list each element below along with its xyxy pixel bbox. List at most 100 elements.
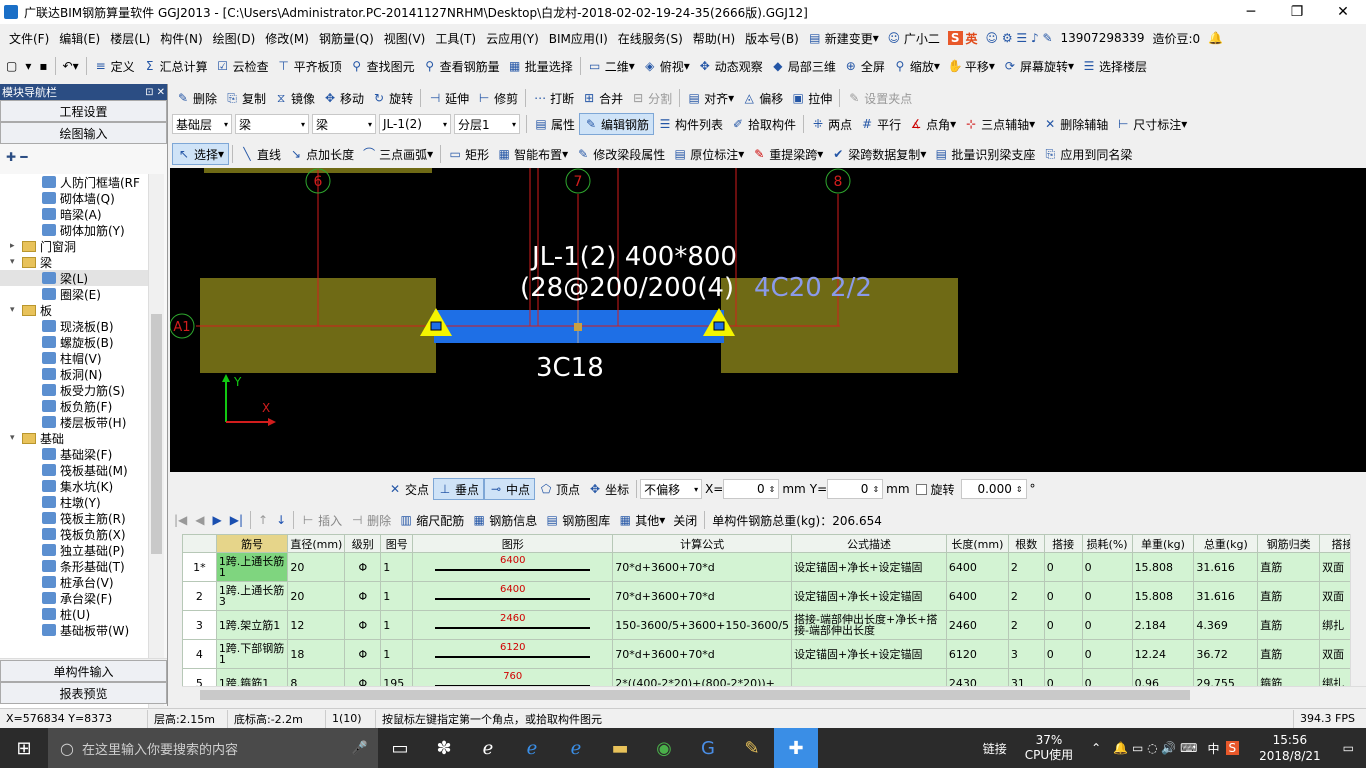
tree-item[interactable]: 桩(U) <box>0 606 150 622</box>
cell-dia[interactable]: 12 <box>287 610 346 640</box>
tree-folder[interactable]: ▾ 基础 <box>0 430 150 446</box>
apply-same-name-button[interactable]: ⎘ 应用到同名梁 <box>1039 143 1136 165</box>
open-icon[interactable]: ▾ <box>21 55 35 77</box>
cell-formula[interactable]: 70*d+3600+70*d <box>612 552 793 582</box>
cell-dia[interactable]: 20 <box>287 552 346 582</box>
tree-item[interactable]: 楼层板带(H) <box>0 414 150 430</box>
span-data-copy-button[interactable]: ✔ 梁跨数据复制 ▾ <box>827 143 930 165</box>
find-element-button[interactable]: ⚲ 查找图元 <box>346 55 419 77</box>
table-row[interactable]: 2 1跨.上通长筋3 20 Φ 1 6400 70*d+3600+70*d 设定锚固+净长+设… <box>182 581 1366 611</box>
dimension-button[interactable]: ⊢ 尺寸标注 ▾ <box>1112 113 1191 135</box>
point-length-button[interactable]: ↘ 点加长度 <box>285 143 358 165</box>
delete-axis-button[interactable]: ✕ 删除辅轴 <box>1039 113 1112 135</box>
cell-formula[interactable]: 70*d+3600+70*d <box>612 581 793 611</box>
tree-item[interactable]: 集水坑(K) <box>0 478 150 494</box>
tree-item[interactable]: 板负筋(F) <box>0 398 150 414</box>
sogou-tray-icon[interactable]: S <box>1225 741 1240 755</box>
column-header[interactable]: 筋号 <box>215 534 289 553</box>
local-3d-button[interactable]: ◆ 局部三维 <box>767 55 840 77</box>
glodon-app-icon[interactable]: G <box>686 728 730 768</box>
expand-collapse-icons[interactable]: ✚ ━ <box>0 144 167 170</box>
cell-total[interactable]: 31.616 <box>1193 581 1259 611</box>
two-points-button[interactable]: ⁜ 两点 <box>807 113 856 135</box>
define-button[interactable]: ≡ 定义 <box>90 55 139 77</box>
tree-item[interactable]: 圈梁(E) <box>0 286 150 302</box>
cell-lap[interactable]: 0 <box>1043 610 1083 640</box>
2d-dropdown[interactable]: ▭ 二维 ▾ <box>584 55 639 77</box>
cell-cls[interactable]: 直筋 <box>1257 581 1321 611</box>
table-row[interactable]: 5 1跨.箍筋1 8 Φ 195 760 2*((400-2*20)+(800-2*20))… <box>182 668 1366 686</box>
cell-fig[interactable]: 1 <box>380 610 414 640</box>
component-list-button[interactable]: ☰ 构件列表 <box>654 113 727 135</box>
properties-button[interactable]: ▤ 属性 <box>530 113 579 135</box>
orbit-button[interactable]: ✥ 动态观察 <box>694 55 767 77</box>
close-button[interactable]: ✕ <box>1320 0 1366 24</box>
tree-item[interactable]: 条形基础(T) <box>0 558 150 574</box>
tree-item[interactable]: 独立基础(P) <box>0 542 150 558</box>
rotate-input[interactable]: 0.000 ⇕ <box>960 479 1027 499</box>
menu-file[interactable]: 文件(F) <box>4 30 54 47</box>
view-rebar-button[interactable]: ⚲ 查看钢筋量 <box>419 55 504 77</box>
rebar-library-button[interactable]: ▤ 钢筋图库 <box>541 509 614 531</box>
file-explorer-icon[interactable]: ▬ <box>598 728 642 768</box>
subcategory-select[interactable]: 梁 ▾ <box>312 114 376 134</box>
cell-cls[interactable]: 直筋 <box>1257 639 1321 669</box>
y-input[interactable]: 0 ⇕ <box>827 479 884 499</box>
select-floor-button[interactable]: ☰ 选择楼层 <box>1078 55 1151 77</box>
move-up-button[interactable]: ↑ <box>254 509 272 531</box>
tree-item[interactable]: 螺旋板(B) <box>0 334 150 350</box>
tree-item[interactable]: 现浇板(B) <box>0 318 150 334</box>
notes-icon[interactable]: ✎ <box>730 728 774 768</box>
x-input[interactable]: 0 ⇕ <box>723 479 780 499</box>
cell-formula[interactable]: 150-3600/5+3600+150-3600/5 <box>612 610 793 640</box>
table-row[interactable]: 4 1跨.下部钢筋1 18 Φ 1 6120 70*d+3600+70*d 设定锚固+净长+设… <box>182 639 1366 669</box>
expand-arrow-icon[interactable]: ▾ <box>10 433 22 443</box>
top-bar-label[interactable]: 4C20 2/2 <box>754 273 872 303</box>
bottom-bar-label[interactable]: 3C18 <box>536 353 604 383</box>
report-preview-button[interactable]: 报表预览 <box>0 682 167 704</box>
cell-shape[interactable]: 6400 <box>412 552 614 582</box>
table-row[interactable]: 3 1跨.架立筋1 12 Φ 1 2460 150-3600/5+3600+150-3600… <box>182 610 1366 640</box>
move-down-button[interactable]: ↓ <box>272 509 290 531</box>
column-header[interactable]: 总重(kg) <box>1193 534 1259 553</box>
tree-item[interactable]: 板受力筋(S) <box>0 382 150 398</box>
cell-loss[interactable]: 0 <box>1081 610 1133 640</box>
browser-360-icon[interactable]: ◉ <box>642 728 686 768</box>
menu-view[interactable]: 视图(V) <box>379 30 431 47</box>
hscroll-thumb[interactable] <box>200 690 1190 700</box>
tree-item[interactable]: 筏板负筋(X) <box>0 526 150 542</box>
tree-item[interactable]: 基础梁(F) <box>0 446 150 462</box>
menu-floor[interactable]: 楼层(L) <box>105 30 155 47</box>
expand-arrow-icon[interactable]: ▾ <box>10 257 22 267</box>
cell-unit[interactable]: 2.184 <box>1131 610 1195 640</box>
cell-fig[interactable]: 1 <box>380 581 414 611</box>
menu-component[interactable]: 构件(N) <box>155 30 207 47</box>
cell-formula[interactable]: 2*((400-2*20)+(800-2*20))+ <box>612 668 793 686</box>
other-dropdown[interactable]: ▦ 其他 ▾ <box>614 509 669 531</box>
save-icon[interactable]: ▪ <box>35 55 51 77</box>
cell-name[interactable]: 1跨.架立筋1 <box>215 610 289 640</box>
close-grid-button[interactable]: 关闭 <box>669 509 701 531</box>
new-change-button[interactable]: ▤ 新建变更 ▾ <box>804 27 883 49</box>
tree-item[interactable]: 暗梁(A) <box>0 206 150 222</box>
trim-button[interactable]: ⊢ 修剪 <box>473 87 522 109</box>
cell-lap[interactable]: 0 <box>1043 668 1083 686</box>
parallel-button[interactable]: # 平行 <box>856 113 905 135</box>
cell-count[interactable]: 2 <box>1007 581 1045 611</box>
insert-button[interactable]: ⊢ 插入 <box>297 509 346 531</box>
tree-item[interactable]: 基础板带(W) <box>0 622 150 638</box>
phone-number[interactable]: 13907298339 <box>1057 27 1149 49</box>
edit-rebar-button[interactable]: ✎ 编辑钢筋 <box>579 113 655 135</box>
cell-cls[interactable]: 直筋 <box>1257 552 1321 582</box>
prev-record-button[interactable]: ◀ <box>191 509 208 531</box>
beam-name-label[interactable]: JL-1(2) 400*800 <box>530 242 737 272</box>
re-extract-span-button[interactable]: ✎ 重提梁跨 ▾ <box>748 143 827 165</box>
column-header[interactable]: 计算公式 <box>612 534 793 553</box>
grid-vscrollbar[interactable] <box>1350 534 1366 686</box>
tree-item[interactable]: 筏板主筋(R) <box>0 510 150 526</box>
select-button[interactable]: ↖ 选择 ▾ <box>172 143 230 165</box>
cell-count[interactable]: 2 <box>1007 610 1045 640</box>
zoom-dropdown[interactable]: ⚲ 缩放 ▾ <box>889 55 944 77</box>
cell-total[interactable]: 31.616 <box>1193 552 1259 582</box>
align-top-button[interactable]: ⊤ 平齐板顶 <box>273 55 346 77</box>
